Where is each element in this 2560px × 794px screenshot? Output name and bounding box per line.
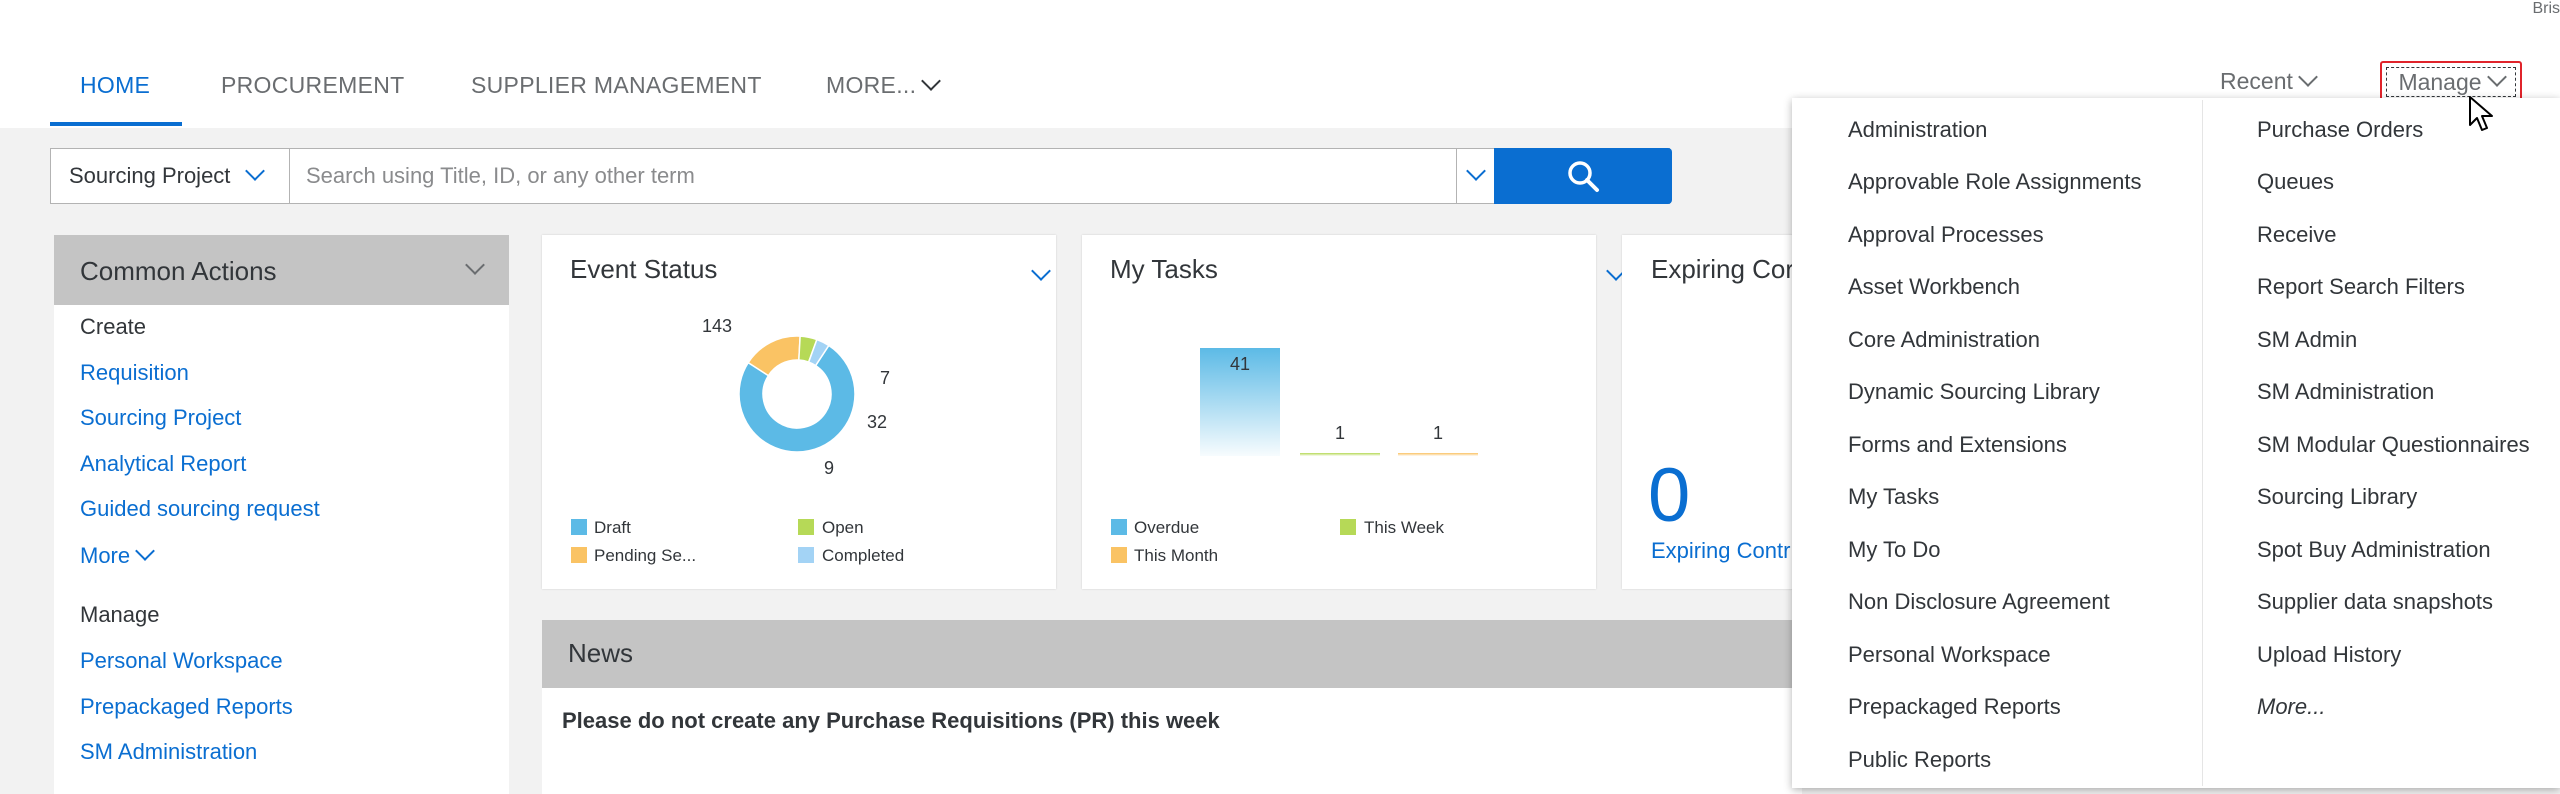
create-section-label: Create [80,314,147,339]
common-actions-title: Common Actions [80,256,277,286]
menu-item-sourcing-library[interactable]: Sourcing Library [2257,484,2417,510]
donut-label: 143 [702,316,732,336]
donut-label: 32 [867,412,887,432]
search-scope-select[interactable]: Sourcing Project [50,148,290,204]
menu-item-sm-administration[interactable]: SM Administration [2257,379,2434,405]
news-title: News [568,638,634,668]
search-icon [1568,161,1599,192]
menu-item-sm-modular-questionnaires[interactable]: SM Modular Questionnaires [2257,432,2530,458]
chevron-down-icon [921,71,942,91]
manage-label: Manage [2398,68,2482,95]
menu-item-sm-admin[interactable]: SM Admin [2257,327,2357,353]
tab-more[interactable]: MORE... [826,71,942,99]
tab-more-label: MORE... [826,72,917,98]
legend-open: Open [822,518,864,537]
manage-section-label: Manage [80,602,160,627]
tab-procurement[interactable]: PROCUREMENT [221,72,404,99]
legend-pending: Pending Se... [594,546,697,565]
action-sm-administration[interactable]: SM Administration [80,739,257,765]
action-analytical-report[interactable]: Analytical Report [80,451,246,477]
mouse-cursor-icon [2469,96,2493,131]
search-scope-value: Sourcing Project [69,163,231,188]
action-sourcing-project[interactable]: Sourcing Project [80,405,241,431]
menu-item-public-reports[interactable]: Public Reports [1848,747,1991,773]
menu-item-my-tasks[interactable]: My Tasks [1848,484,1939,510]
search-options-dropdown[interactable] [1456,148,1494,204]
legend-this-month: This Month [1134,546,1219,565]
menu-item-supplier-data-snapshots[interactable]: Supplier data snapshots [2257,589,2493,615]
legend-swatch-open [798,519,814,535]
bar-value-label: 41 [1230,354,1250,374]
menu-item-queues[interactable]: Queues [2257,169,2334,195]
menu-item-forms-and-extensions[interactable]: Forms and Extensions [1848,432,2067,458]
menu-item-purchase-orders[interactable]: Purchase Orders [2257,117,2423,143]
menu-item-administration[interactable]: Administration [1848,117,1987,143]
chevron-down-icon [2486,67,2507,87]
legend-this-week: This Week [1364,518,1444,537]
menu-item-my-to-do[interactable]: My To Do [1848,537,1941,563]
menu-item-approvable-role-assignments[interactable]: Approvable Role Assignments [1848,169,2142,195]
recent-menu[interactable]: Recent [2220,67,2318,95]
manage-menu-button[interactable]: Manage [2380,61,2522,103]
chevron-down-icon [245,161,266,181]
menu-item-receive[interactable]: Receive [2257,222,2336,248]
bar-value-label: 1 [1433,423,1443,443]
legend-swatch-overdue [1111,519,1127,535]
menu-column-divider [2202,100,2203,786]
more-label: More [80,543,131,568]
chevron-down-icon [135,541,156,561]
menu-item-approval-processes[interactable]: Approval Processes [1848,222,2044,248]
legend-completed: Completed [822,546,905,565]
action-guided-sourcing-request[interactable]: Guided sourcing request [80,496,320,522]
bar-value-label: 1 [1335,423,1345,443]
menu-item-report-search-filters[interactable]: Report Search Filters [2257,274,2465,300]
news-header [542,620,1802,688]
user-name[interactable]: Bris [2532,0,2560,18]
legend-swatch-this-week [1340,519,1356,535]
menu-item-more[interactable]: More... [2257,694,2325,720]
menu-item-spot-buy-administration[interactable]: Spot Buy Administration [2257,537,2491,563]
tab-supplier-management[interactable]: SUPPLIER MANAGEMENT [471,72,762,99]
action-prepackaged-reports[interactable]: Prepackaged Reports [80,694,293,720]
legend-swatch-this-month [1111,547,1127,563]
menu-item-core-administration[interactable]: Core Administration [1848,327,2040,353]
my-tasks-bar-chart: 41 1 1 [1200,348,1478,456]
menu-item-non-disclosure-agreement[interactable]: Non Disclosure Agreement [1848,589,2110,615]
legend-swatch-completed [798,547,814,563]
manage-focus-ring: Manage [2386,67,2516,97]
action-personal-workspace[interactable]: Personal Workspace [80,648,283,674]
legend-swatch-pending [571,547,587,563]
bar-this-month[interactable] [1398,453,1478,456]
news-body [542,688,1802,794]
donut-label: 7 [880,368,890,388]
tab-home[interactable]: HOME [80,72,150,99]
event-status-title: Event Status [570,254,718,284]
common-actions-more[interactable]: More [80,541,156,569]
expiring-contracts-link[interactable]: Expiring Contr [1651,538,1790,564]
search-button[interactable] [1494,148,1672,204]
event-status-donut-chart: 143 32 9 7 [702,316,890,478]
news-message: Please do not create any Purchase Requis… [562,708,1220,733]
expiring-title: Expiring Cor [1651,254,1795,284]
search-input[interactable] [292,149,1452,203]
menu-item-asset-workbench[interactable]: Asset Workbench [1848,274,2020,300]
action-requisition[interactable]: Requisition [80,360,189,386]
active-tab-indicator [50,122,182,126]
menu-item-dynamic-sourcing-library[interactable]: Dynamic Sourcing Library [1848,379,2100,405]
chevron-down-icon [1465,161,1486,181]
recent-label: Recent [2220,68,2293,94]
chevron-down-icon [2297,67,2318,87]
menu-item-upload-history[interactable]: Upload History [2257,642,2401,668]
legend-swatch-draft [571,519,587,535]
bar-this-week[interactable] [1300,453,1380,456]
my-tasks-title: My Tasks [1110,254,1218,284]
donut-label: 9 [824,458,834,478]
menu-item-prepackaged-reports[interactable]: Prepackaged Reports [1848,694,2061,720]
expiring-count[interactable]: 0 [1648,452,1690,539]
menu-item-personal-workspace[interactable]: Personal Workspace [1848,642,2051,668]
legend-overdue: Overdue [1134,518,1200,537]
legend-draft: Draft [594,518,631,537]
